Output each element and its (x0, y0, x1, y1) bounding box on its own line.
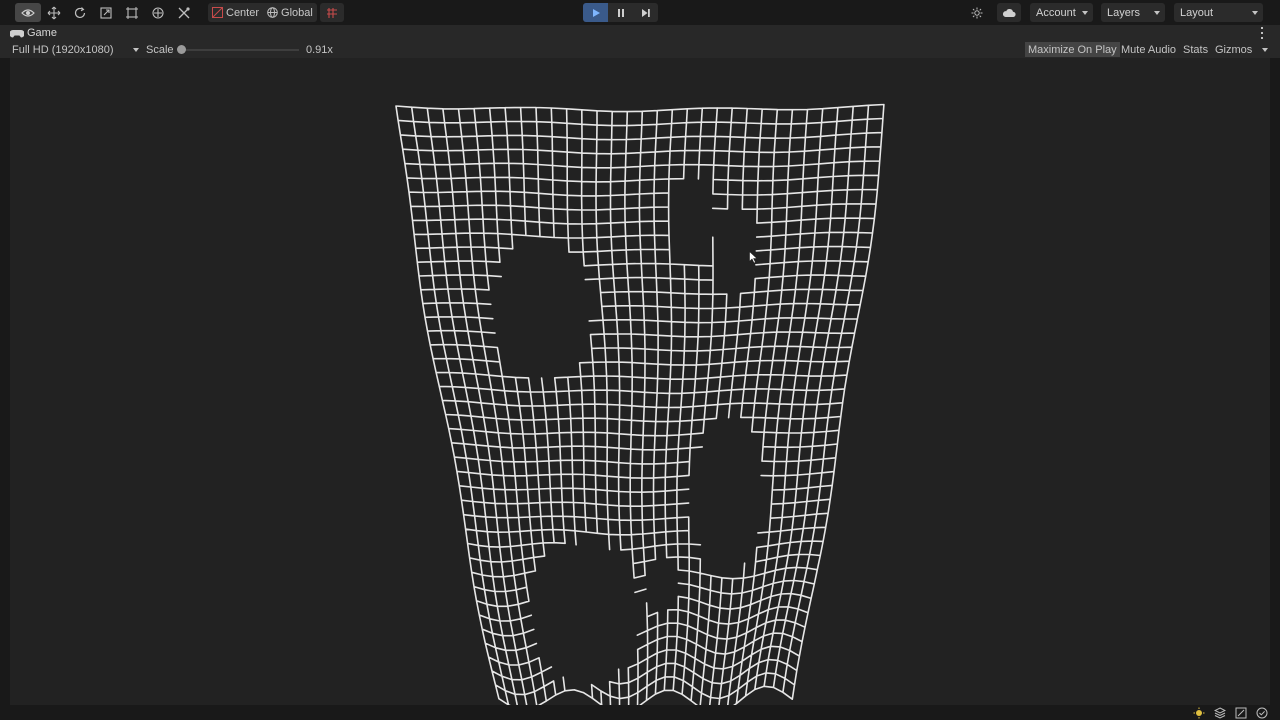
layout-dropdown[interactable]: Layout (1174, 3, 1263, 22)
network-icon[interactable] (1234, 706, 1247, 719)
scale-slider-track[interactable] (181, 49, 299, 51)
rect-icon (126, 6, 138, 19)
grid-snap-icon (327, 7, 337, 18)
stats-toggle[interactable]: Stats (1183, 41, 1208, 58)
pivot-center-label: Center (226, 6, 260, 19)
transform-icon (152, 6, 164, 19)
status-bar (0, 705, 1280, 720)
grid-snap-button[interactable] (320, 3, 344, 22)
resolution-dropdown[interactable]: Full HD (1920x1080) (12, 41, 139, 58)
lighting-icon[interactable] (1192, 706, 1205, 719)
cloth-mesh (395, 103, 885, 705)
eye-icon (21, 8, 35, 17)
pivot-center-icon (212, 7, 223, 18)
account-dropdown[interactable]: Account (1030, 3, 1093, 22)
rotate-icon (74, 6, 86, 18)
mute-audio-toggle[interactable]: Mute Audio (1121, 41, 1176, 58)
more-options-icon[interactable] (1260, 27, 1263, 39)
scale-tool-button[interactable] (93, 3, 119, 22)
view-tool-button[interactable] (15, 3, 41, 22)
step-icon (641, 8, 650, 17)
account-label: Account (1036, 6, 1076, 19)
play-button[interactable] (583, 3, 608, 22)
mouse-cursor-icon (749, 251, 758, 264)
rect-tool-button[interactable] (119, 3, 145, 22)
gizmos-label: Gizmos (1215, 43, 1253, 56)
cloud-button[interactable] (997, 3, 1021, 22)
custom-tool-button[interactable] (171, 3, 197, 22)
rotate-tool-button[interactable] (67, 3, 93, 22)
scale-slider-handle[interactable] (177, 45, 186, 54)
main-toolbar: Center Global Account Layers Layout (0, 0, 1280, 25)
tools-icon (178, 6, 190, 18)
layers-stack-icon[interactable] (1213, 706, 1226, 719)
scale-value: 0.91x (306, 43, 333, 56)
transform-tool-button[interactable] (145, 3, 171, 22)
maximize-on-play-toggle[interactable]: Maximize On Play (1025, 42, 1120, 57)
step-button[interactable] (633, 3, 658, 22)
gamepad-icon (10, 29, 24, 37)
playmode-controls (583, 3, 658, 22)
gizmos-dropdown[interactable]: Gizmos (1215, 41, 1268, 58)
chevron-down-icon (133, 47, 139, 52)
game-tab-header: Game (0, 25, 1280, 41)
cloud-icon (1002, 8, 1016, 17)
layout-label: Layout (1180, 6, 1214, 19)
transform-tools (15, 3, 197, 22)
pivot-toggle-group: Center Global (208, 3, 317, 22)
tab-game-label: Game (27, 27, 57, 39)
pivot-global-toggle[interactable]: Global (263, 7, 317, 19)
layers-dropdown[interactable]: Layers (1101, 3, 1165, 22)
chevron-down-icon (1154, 10, 1160, 15)
move-tool-button[interactable] (41, 3, 67, 22)
play-icon (592, 8, 600, 17)
game-view-controls: Full HD (1920x1080) Scale 0.91x Maximize… (0, 41, 1280, 58)
scale-icon (100, 6, 112, 19)
move-icon (47, 6, 61, 19)
chevron-down-icon (1082, 10, 1088, 15)
scale-label: Scale (146, 43, 174, 56)
pivot-global-label: Global (281, 6, 313, 19)
chevron-down-icon (1252, 10, 1258, 15)
pause-button[interactable] (608, 3, 633, 22)
sun-icon (971, 7, 983, 18)
globe-icon (267, 7, 278, 18)
pause-icon (617, 8, 624, 17)
layers-label: Layers (1107, 6, 1141, 19)
game-viewport[interactable] (10, 58, 1270, 705)
sun-button[interactable] (965, 3, 989, 22)
resolution-label: Full HD (1920x1080) (12, 43, 114, 56)
chevron-down-icon (1262, 47, 1268, 52)
tab-game[interactable]: Game (10, 25, 57, 41)
pivot-center-toggle[interactable]: Center (208, 7, 263, 19)
check-circle-icon[interactable] (1255, 706, 1268, 719)
cloth-grid-lines (395, 103, 885, 705)
